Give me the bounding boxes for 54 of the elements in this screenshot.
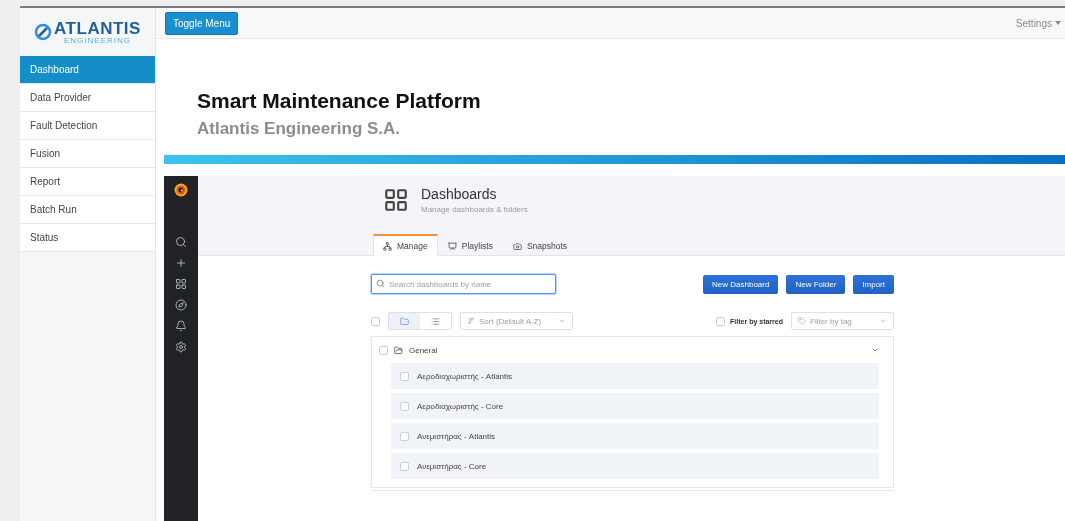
dashboard-checkbox[interactable] (400, 401, 409, 411)
chevron-icon[interactable] (871, 346, 879, 354)
dashboards-icon (383, 187, 409, 213)
settings-icon[interactable] (175, 341, 187, 353)
search-field[interactable]: Search dashboards by name (371, 274, 556, 294)
search-icon[interactable] (175, 236, 187, 248)
sidebar-item[interactable]: Batch Run (20, 196, 155, 224)
action-button[interactable]: Import (853, 274, 894, 294)
folder-entry-row[interactable]: Αεροδιαχωριστής - Core (391, 393, 879, 419)
folder-checkbox[interactable] (379, 345, 388, 355)
folder-entry-row[interactable]: Ανεμιστήρας - Core (391, 453, 879, 479)
dashboard-checkbox[interactable] (400, 371, 409, 381)
logo-icon (34, 23, 53, 41)
camera-icon (512, 241, 522, 251)
select-all-checkbox[interactable] (371, 316, 380, 326)
logo-name: ATLANTIS (54, 19, 141, 37)
tab[interactable]: Playlists (437, 234, 503, 256)
action-button[interactable]: New Dashboard (703, 274, 779, 294)
folder-icon (400, 316, 409, 326)
settings-menu[interactable]: Settings (1015, 17, 1061, 29)
presentation-icon (447, 241, 457, 251)
action-button[interactable]: New Folder (786, 274, 846, 294)
chevron-icon (558, 317, 566, 325)
tag-icon (798, 317, 806, 325)
dashboard-checkbox[interactable] (400, 431, 409, 441)
bell-icon[interactable] (175, 320, 187, 332)
sidebar-item[interactable]: Dashboard (20, 56, 155, 84)
folder-entry-row[interactable]: Αεροδιαχωριστής - Atlantis (391, 363, 879, 389)
dashboard-checkbox[interactable] (400, 461, 409, 471)
folder-entry-row[interactable]: Ανεμιστήρας - Atlantis (391, 423, 879, 449)
folder-icon (394, 345, 403, 355)
sidebar-item[interactable]: Status (20, 224, 155, 252)
plus-icon[interactable] (175, 257, 187, 269)
sidebar-item[interactable]: Data Provider (20, 84, 155, 112)
folder-name[interactable]: General (409, 345, 438, 355)
dashboards-subtitle: Manage dashboards & folders (421, 205, 528, 214)
tab[interactable]: Manage (373, 234, 438, 256)
toggle-menu-button[interactable]: Toggle Menu (165, 11, 239, 35)
compass-icon[interactable] (175, 299, 187, 311)
logo-tagline: ENGINEERING (63, 36, 132, 45)
sidebar-item[interactable]: Fusion (20, 140, 155, 168)
hierarchy-icon (383, 241, 392, 251)
search-icon (376, 279, 385, 288)
grafana-logo[interactable] (173, 182, 189, 198)
page-title: Smart Maintenance Platform (197, 89, 482, 113)
sidebar-item[interactable]: Fault Detection (20, 112, 155, 140)
tab[interactable]: Snapshots (502, 234, 578, 256)
sidebar-item[interactable]: Report (20, 168, 155, 196)
grid-icon[interactable] (175, 278, 187, 290)
sort-icon (467, 317, 475, 325)
page-subtitle: Atlantis Engineering S.A. (197, 119, 402, 139)
dashboards-title: Dashboards (421, 186, 498, 202)
list-icon (431, 316, 440, 326)
chevron-icon (879, 317, 887, 325)
